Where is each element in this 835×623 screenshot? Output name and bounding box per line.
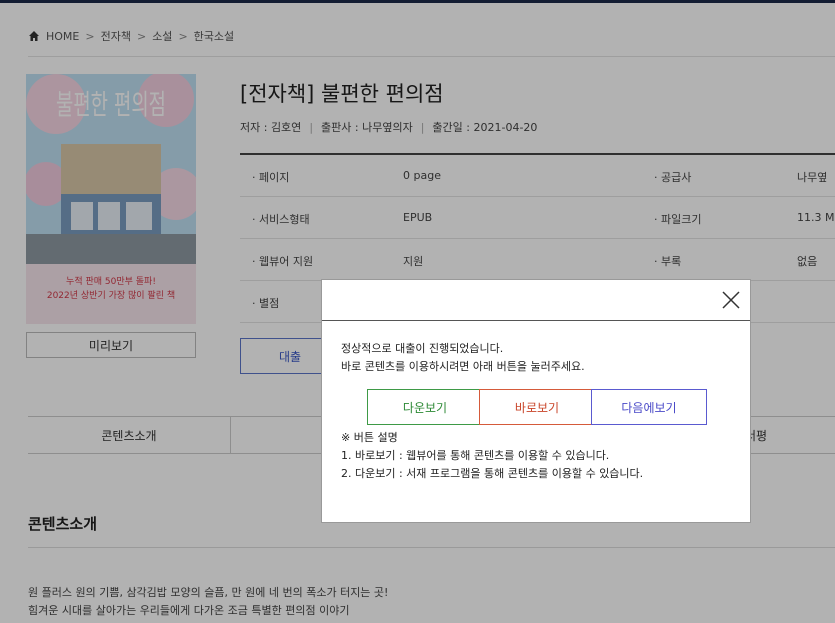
close-icon[interactable] <box>721 290 741 310</box>
download-view-button[interactable]: 다운보기 <box>367 389 483 425</box>
button-help: ※ 버튼 설명 1. 바로보기 : 웹뷰어를 통해 콘텐츠를 이용할 수 있습니… <box>341 429 643 483</box>
view-now-button[interactable]: 바로보기 <box>479 389 595 425</box>
rental-complete-dialog: 정상적으로 대출이 진행되었습니다. 바로 콘텐츠를 이용하시려면 아래 버튼을… <box>321 279 751 523</box>
view-later-button[interactable]: 다음에보기 <box>591 389 707 425</box>
help-title: ※ 버튼 설명 <box>341 431 398 444</box>
help-line: 2. 다운보기 : 서재 프로그램을 통해 콘텐츠를 이용할 수 있습니다. <box>341 467 644 480</box>
help-line: 1. 바로보기 : 웹뷰어를 통해 콘텐츠를 이용할 수 있습니다. <box>341 449 610 462</box>
dialog-message: 바로 콘텐츠를 이용하시려면 아래 버튼을 눌러주세요. <box>341 360 585 373</box>
dialog-message: 정상적으로 대출이 진행되었습니다. <box>341 342 504 355</box>
dialog-header <box>322 280 750 321</box>
